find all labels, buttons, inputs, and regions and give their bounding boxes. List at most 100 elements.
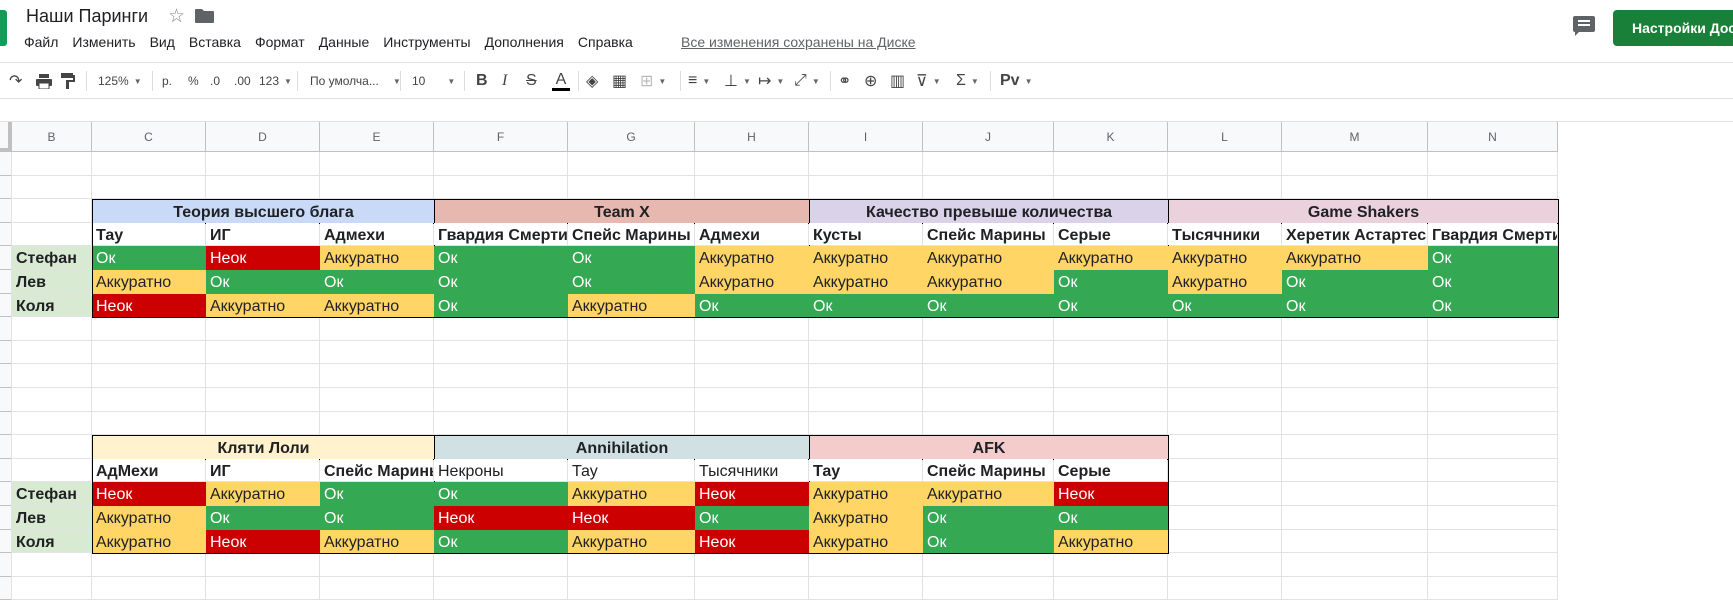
column-header-f[interactable]: F xyxy=(434,122,568,152)
strikethrough-button[interactable]: S xyxy=(526,70,537,92)
menu-edit[interactable]: Изменить xyxy=(72,34,135,50)
rating-cell[interactable]: Ок xyxy=(1282,270,1428,294)
rating-cell[interactable]: Ок xyxy=(1428,293,1558,318)
paint-format-icon[interactable] xyxy=(61,70,75,92)
select-all-corner[interactable] xyxy=(0,122,12,152)
save-status-link[interactable]: Все изменения сохранены на Диске xyxy=(681,34,916,50)
menu-format[interactable]: Формат xyxy=(255,34,305,50)
rating-cell[interactable]: Неок xyxy=(1054,482,1168,506)
rating-cell[interactable]: Ок xyxy=(206,270,320,294)
rating-cell[interactable]: Аккуратно xyxy=(92,529,206,554)
rating-cell[interactable]: Ок xyxy=(695,293,809,318)
share-button[interactable]: Настройки Доступа xyxy=(1613,10,1733,46)
rating-cell[interactable]: Аккуратно xyxy=(1054,529,1168,554)
rating-cell[interactable]: Ок xyxy=(1054,293,1168,318)
star-icon[interactable]: ☆ xyxy=(168,5,185,28)
rating-cell[interactable]: Ок xyxy=(320,270,434,294)
rating-cell[interactable]: Аккуратно xyxy=(92,506,206,530)
rating-cell[interactable]: Ок xyxy=(568,270,695,294)
insert-comment-icon[interactable]: ⊕ xyxy=(864,70,877,92)
rating-cell[interactable]: Аккуратно xyxy=(320,246,434,270)
rating-cell[interactable]: Ок xyxy=(434,293,568,318)
column-header-i[interactable]: I xyxy=(809,122,923,152)
column-header-e[interactable]: E xyxy=(320,122,434,152)
rating-cell[interactable]: Ок xyxy=(923,293,1054,318)
menu-view[interactable]: Вид xyxy=(150,34,175,50)
rating-cell[interactable]: Аккуратно xyxy=(1282,246,1428,270)
borders-icon[interactable]: ▦ xyxy=(612,70,627,92)
column-header-m[interactable]: M xyxy=(1282,122,1428,152)
formula-bar[interactable] xyxy=(0,98,1733,122)
folder-icon[interactable] xyxy=(195,9,214,23)
rating-cell[interactable]: Неок xyxy=(92,482,206,506)
rating-cell[interactable]: Ок xyxy=(1168,293,1282,318)
zoom-select[interactable]: 125% ▼ xyxy=(98,70,142,92)
column-header-g[interactable]: G xyxy=(568,122,695,152)
print-icon[interactable] xyxy=(36,70,52,92)
insert-link-icon[interactable]: ⚭ xyxy=(838,70,851,92)
rating-cell[interactable]: Ок xyxy=(320,482,434,506)
column-header-d[interactable]: D xyxy=(206,122,320,152)
rating-cell[interactable]: Аккуратно xyxy=(809,482,923,506)
rating-cell[interactable]: Аккуратно xyxy=(206,293,320,318)
bold-button[interactable]: B xyxy=(476,70,488,92)
rating-cell[interactable]: Ок xyxy=(1428,246,1558,270)
comments-icon[interactable] xyxy=(1573,16,1595,36)
merge-cells-icon[interactable]: ⊞ ▼ xyxy=(640,70,666,92)
decrease-decimal-button[interactable]: .0 xyxy=(210,70,220,92)
currency-format-button[interactable]: р. xyxy=(162,70,172,92)
column-header-l[interactable]: L xyxy=(1168,122,1282,152)
column-header-b[interactable]: B xyxy=(12,122,92,152)
rating-cell[interactable]: Аккуратно xyxy=(923,246,1054,270)
fill-color-icon[interactable]: ◈ xyxy=(586,70,598,92)
menu-file[interactable]: Файл xyxy=(24,34,58,50)
rating-cell[interactable]: Аккуратно xyxy=(1168,270,1282,294)
rating-cell[interactable]: Неок xyxy=(206,529,320,554)
increase-decimal-button[interactable]: .00 xyxy=(234,70,251,92)
percent-format-button[interactable]: % xyxy=(188,70,199,92)
rating-cell[interactable]: Аккуратно xyxy=(320,529,434,554)
functions-icon[interactable]: Σ ▼ xyxy=(956,70,979,92)
text-wrap-icon[interactable]: ↦ ▼ xyxy=(758,70,784,92)
redo-icon[interactable]: ↷ xyxy=(9,70,22,92)
rating-cell[interactable]: Ок xyxy=(923,506,1054,530)
vertical-align-icon[interactable]: ⊥ ▼ xyxy=(724,70,751,92)
horizontal-align-icon[interactable]: ≡ ▼ xyxy=(688,70,710,92)
sheets-logo-icon[interactable] xyxy=(0,10,7,46)
rating-cell[interactable]: Аккуратно xyxy=(568,529,695,554)
rating-cell[interactable]: Ок xyxy=(1054,270,1168,294)
rating-cell[interactable]: Ок xyxy=(923,529,1054,554)
rating-cell[interactable]: Ок xyxy=(1282,293,1428,318)
rating-cell[interactable]: Ок xyxy=(434,246,568,270)
menu-help[interactable]: Справка xyxy=(578,34,633,50)
column-header-c[interactable]: C xyxy=(92,122,206,152)
rating-cell[interactable]: Неок xyxy=(695,529,809,554)
rating-cell[interactable]: Аккуратно xyxy=(923,270,1054,294)
rating-cell[interactable]: Аккуратно xyxy=(1054,246,1168,270)
font-size-select[interactable]: 10 ▼ xyxy=(412,70,455,92)
filter-icon[interactable]: ⊽ ▼ xyxy=(916,70,941,92)
rating-cell[interactable]: Ок xyxy=(1428,270,1558,294)
rating-cell[interactable]: Аккуратно xyxy=(809,529,923,554)
text-color-button[interactable]: A xyxy=(552,70,570,92)
rating-cell[interactable]: Неок xyxy=(568,506,695,530)
rating-cell[interactable]: Неок xyxy=(434,506,568,530)
rating-cell[interactable]: Ок xyxy=(695,506,809,530)
rating-cell[interactable]: Ок xyxy=(206,506,320,530)
rating-cell[interactable]: Аккуратно xyxy=(809,246,923,270)
rating-cell[interactable]: Аккуратно xyxy=(695,270,809,294)
menu-data[interactable]: Данные xyxy=(319,34,370,50)
rating-cell[interactable]: Аккуратно xyxy=(809,270,923,294)
rating-cell[interactable]: Аккуратно xyxy=(92,270,206,294)
rating-cell[interactable]: Ок xyxy=(92,246,206,270)
rating-cell[interactable]: Аккуратно xyxy=(923,482,1054,506)
rating-cell[interactable]: Аккуратно xyxy=(1168,246,1282,270)
rating-cell[interactable]: Аккуратно xyxy=(320,293,434,318)
text-rotation-icon[interactable]: ⤢ ▼ xyxy=(794,70,820,92)
insert-chart-icon[interactable]: ▥ xyxy=(890,70,905,92)
input-tools-button[interactable]: Рv ▼ xyxy=(1000,70,1033,92)
menu-addons[interactable]: Дополнения xyxy=(485,34,564,50)
rating-cell[interactable]: Аккуратно xyxy=(809,506,923,530)
column-header-n[interactable]: N xyxy=(1428,122,1558,152)
rating-cell[interactable]: Аккуратно xyxy=(695,246,809,270)
